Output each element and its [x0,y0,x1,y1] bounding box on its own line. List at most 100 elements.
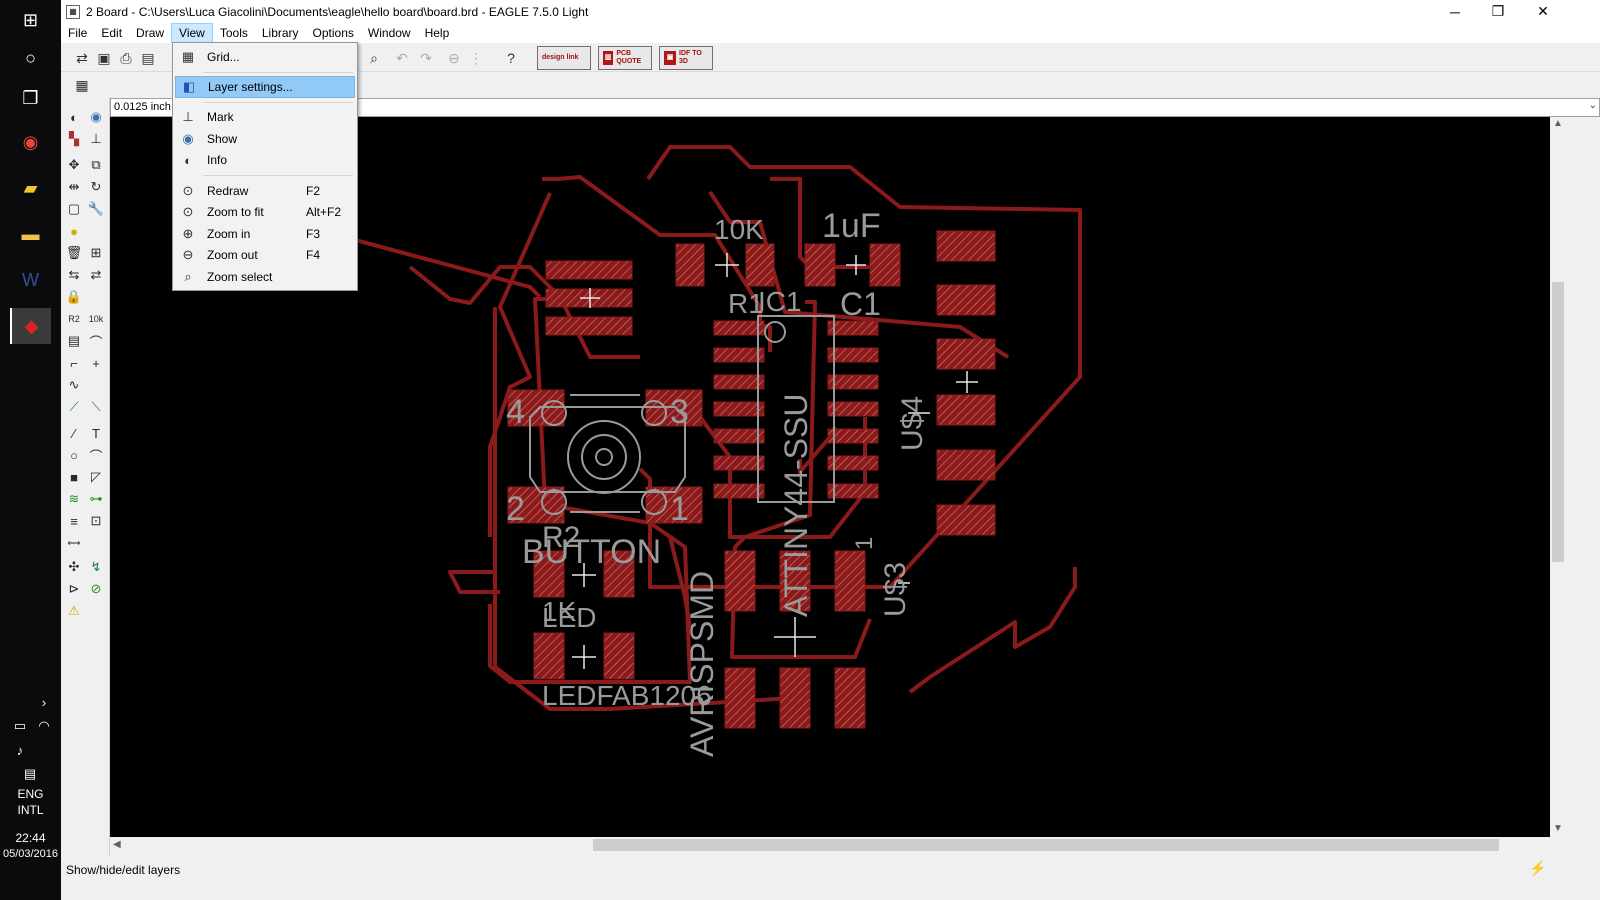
attribute-tool-icon[interactable]: ⊡ [86,511,106,531]
meander-tool-icon[interactable]: ∿ [64,375,84,395]
miter-tool-icon[interactable]: ⌒ [86,331,106,351]
redo-icon[interactable]: ↷ [415,47,437,69]
search-cortana-icon[interactable]: ○ [10,40,51,76]
menu-item-zoom-in[interactable]: ⊕ Zoom in F3 [175,223,355,245]
menu-draw[interactable]: Draw [129,23,171,43]
menu-window[interactable]: Window [361,23,418,43]
save-icon[interactable]: ▣ [93,47,115,69]
replace-tool-icon[interactable]: ⇆ [64,265,84,285]
scroll-left-icon[interactable]: ◀ [113,839,121,850]
move-tool-icon[interactable]: ✥ [64,155,84,175]
name-tool-icon[interactable]: R2 [64,309,84,329]
smash-tool-icon[interactable]: ▤ [64,331,84,351]
autorouter-tool-icon[interactable]: ↯ [86,557,106,577]
command-input[interactable] [174,99,1574,116]
print-icon[interactable]: ⎙ [115,47,137,69]
paste-tool-icon[interactable]: ● [64,221,84,241]
undo-icon[interactable]: ↶ [391,47,413,69]
grid-icon[interactable]: ▦ [71,74,93,96]
menu-edit[interactable]: Edit [94,23,129,43]
close-button[interactable]: ✕ [1520,0,1566,23]
wifi-icon[interactable]: ◠ [32,716,56,736]
rotate-tool-icon[interactable]: ↻ [86,177,106,197]
go-icon[interactable]: ⋮ [465,47,487,69]
group-tool-icon[interactable]: ▢ [64,199,84,219]
lock-tool-icon[interactable]: ⇄ [86,265,106,285]
clock-date[interactable]: 05/03/2016 [0,846,61,862]
value-tool-icon[interactable]: 10k [86,309,106,329]
action-center-icon[interactable]: ▤ [18,764,42,784]
menu-item-zoom-out[interactable]: ⊖ Zoom out F4 [175,244,355,266]
menu-view[interactable]: View [171,23,213,43]
cam-processor-icon[interactable]: ▤ [137,47,159,69]
rect-tool-icon[interactable]: ■ [64,467,84,487]
ripup-tool-icon[interactable]: ⟍ [86,397,106,417]
polygon-tool-icon[interactable]: ◸ [86,467,106,487]
menu-tools[interactable]: Tools [213,23,255,43]
design-link-button[interactable]: design link [537,46,591,70]
horizontal-scroll-thumb[interactable] [593,839,1499,851]
hole-tool-icon[interactable]: ≡ [64,511,84,531]
scroll-down-icon[interactable]: ▼ [1553,823,1563,834]
mark-tool-icon[interactable]: ⊥ [86,129,106,149]
copy-tool-icon[interactable]: ⧉ [86,155,106,175]
chrome-icon[interactable]: ◉ [10,124,51,160]
vertical-scroll-thumb[interactable] [1552,282,1564,562]
stop-icon[interactable]: ⊖ [443,47,465,69]
errors-warning-icon[interactable]: ⚠ [64,601,84,621]
wire-tool-icon[interactable]: ∕ [64,423,84,443]
windows-start-icon[interactable]: ⊞ [10,2,51,38]
mirror-tool-icon[interactable]: ⇹ [64,177,84,197]
menu-library[interactable]: Library [255,23,306,43]
route-tool-icon[interactable]: ⟋ [64,397,84,417]
horizontal-scrollbar[interactable]: ◀ [110,837,1550,853]
signal-tool-icon[interactable]: ⊶ [86,489,106,509]
restore-button[interactable]: ❐ [1475,0,1521,23]
clock-time[interactable]: 22:44 [0,830,61,846]
menu-item-grid[interactable]: ▦ Grid... [175,46,355,68]
show-hidden-icons-chevron-icon[interactable]: › [32,692,56,712]
volume-icon[interactable]: ♪ [8,740,32,760]
menu-file[interactable]: File [61,23,94,43]
add-tool-icon[interactable]: ⊞ [86,243,106,263]
text-tool-icon[interactable]: T [86,423,106,443]
menu-item-show[interactable]: ◉ Show [175,128,355,150]
menu-item-layer-settings[interactable]: ◧ Layer settings... [175,76,355,98]
task-view-icon[interactable]: ❐ [10,80,51,116]
dimension-tool-icon[interactable]: ⟷ [64,533,84,553]
pcb-quote-button[interactable]: ▥ PCB QUOTE [598,46,652,70]
open-icon[interactable]: ⇄ [71,47,93,69]
arc-tool-icon[interactable]: ⌒ [86,445,106,465]
menu-item-redraw[interactable]: ⊙ Redraw F2 [175,180,355,202]
battery-icon[interactable]: ▭ [8,716,32,736]
menu-item-zoom-select[interactable]: ⌕ Zoom select [175,266,355,288]
vertical-scrollbar[interactable]: ▲ ▼ [1550,117,1566,837]
erc-tool-icon[interactable]: ⊳ [64,579,84,599]
eagle-taskbar-icon[interactable]: ◆ [10,308,51,344]
zoom-select-icon[interactable]: ⌕ [363,47,385,69]
keyboard-layout[interactable]: INTL [0,802,61,818]
minimize-button[interactable]: ─ [1432,0,1478,23]
optimize-tool-icon[interactable]: + [86,353,106,373]
input-language[interactable]: ENG [0,786,61,802]
menu-help[interactable]: Help [418,23,457,43]
command-history-chevron-down-icon[interactable]: ⌄ [1589,100,1597,111]
menu-item-zoom-to-fit[interactable]: ⊙ Zoom to fit Alt+F2 [175,201,355,223]
circle-tool-icon[interactable]: ○ [64,445,84,465]
change-tool-icon[interactable]: 🔧 [86,199,106,219]
scroll-up-icon[interactable]: ▲ [1553,118,1563,129]
help-icon[interactable]: ? [500,47,522,69]
menu-item-info[interactable]: ◐ Info [175,149,355,171]
display-tool-icon[interactable]: ▚ [64,129,84,149]
menu-options[interactable]: Options [306,23,361,43]
show-tool-icon[interactable]: ◉ [86,107,106,127]
split-tool-icon[interactable]: ⌐ [64,353,84,373]
file-explorer-icon[interactable]: ▬ [10,216,51,252]
delete-tool-icon[interactable]: 🗑 [64,243,84,263]
info-tool-icon[interactable]: ◐ [64,107,84,127]
menu-item-mark[interactable]: ⊥ Mark [175,106,355,128]
via-tool-icon[interactable]: ≋ [64,489,84,509]
folder-app-icon[interactable]: ▰ [10,170,51,206]
word-icon[interactable]: W [10,262,51,298]
ratsnest-tool-icon[interactable]: ✣ [64,557,84,577]
